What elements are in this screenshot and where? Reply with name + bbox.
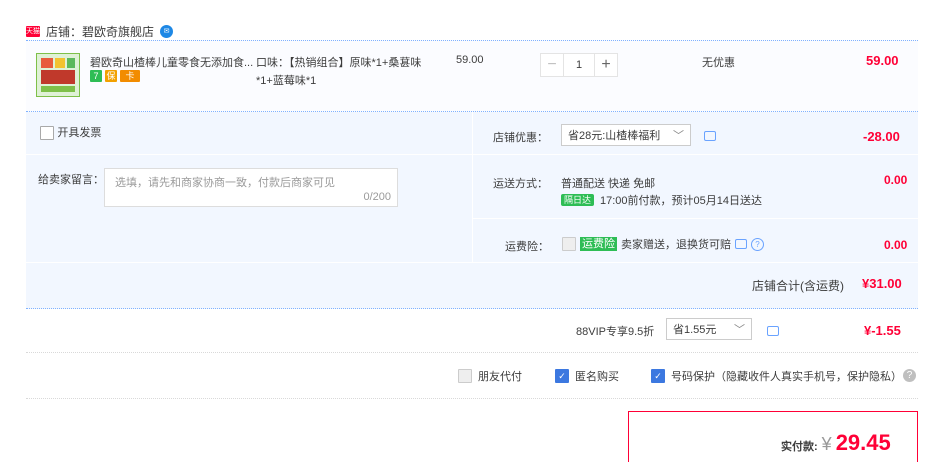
shipping-eta: 隔日达 17:00前付款，预计05月14日送达 [561, 192, 762, 208]
row-divider [472, 154, 918, 155]
quantity-stepper: − 1 + [540, 53, 618, 77]
shipping-method: 普通配送 快递 免邮 [561, 178, 656, 190]
pay-label: 实付款: [781, 441, 818, 453]
help-icon[interactable]: ? [751, 237, 764, 251]
seven-day-return-icon: 7 [90, 70, 102, 82]
product-title-link[interactable]: 碧欧奇山楂棒儿童零食无添加食... [90, 54, 256, 70]
vip-discount-select[interactable]: 省1.55元 ﹀ [666, 318, 752, 340]
shop-coupon-label: 店铺优惠： [493, 132, 548, 144]
pay-total: 实付款: ¥ 29.45 [781, 430, 891, 456]
item-discount: 无优惠 [702, 57, 735, 69]
chat-bubble-icon[interactable] [735, 239, 747, 249]
vip-label: 88VIP专享9.5折 [576, 326, 655, 338]
shipping-eta-text: 17:00前付款，预计05月14日送达 [600, 195, 763, 207]
pay-amount: 29.45 [835, 430, 891, 455]
tmall-badge: 天猫 [26, 25, 40, 37]
friend-pay-label: 朋友代付 [478, 371, 522, 383]
insurance-desc: 卖家赠送，退换货可赔 [621, 239, 731, 251]
anonymous-label: 匿名购买 [575, 371, 619, 383]
insurance-tag: 运费险 [580, 237, 617, 251]
checkout-options-row: 朋友代付 ✓ 匿名购买 ✓ 号码保护（隐藏收件人真实手机号，保护隐私） ? [26, 354, 918, 399]
item-row: 碧欧奇山楂棒儿童零食无添加食... 7 保 卡 口味：【热销组合】原味*1+桑葚… [26, 40, 918, 112]
seller-message-input[interactable]: 选填，请先和商家协商一致，付款后商家可见 0/200 [104, 168, 398, 207]
insurance-checkbox [562, 237, 576, 251]
unit-price: 59.00 [456, 54, 484, 66]
item-subtotal: 59.00 [866, 53, 899, 68]
friend-pay-option[interactable]: 朋友代付 [458, 368, 522, 384]
payment-summary-box: 实付款: ¥ 29.45 [628, 411, 918, 462]
order-options-panel: 开具发票 给卖家留言： 选填，请先和商家协商一致，付款后商家可见 0/200 店… [26, 112, 918, 309]
anonymous-checkbox[interactable]: ✓ [555, 369, 569, 383]
currency-symbol: ¥ [821, 434, 832, 454]
sku-info: 口味：【热销组合】原味*1+桑葚味*1+蓝莓味*1 [256, 57, 422, 87]
shop-total-label: 店铺合计(含运费) [752, 279, 844, 293]
shipping-amount: 0.00 [884, 173, 908, 187]
message-label: 给卖家留言： [38, 174, 104, 186]
shipping-label: 运送方式： [493, 178, 548, 190]
insurance-amount: 0.00 [884, 238, 908, 252]
quantity-input[interactable]: 1 [564, 53, 594, 77]
message-placeholder: 选填，请先和商家协商一致，付款后商家可见 [115, 177, 335, 189]
quantity-plus-button[interactable]: + [594, 53, 618, 77]
insurance-option: 运费险 卖家赠送，退换货可赔 ? [562, 236, 764, 252]
insurance-label: 运费险： [505, 241, 549, 253]
card-icon: 卡 [120, 70, 140, 82]
invoice-checkbox[interactable] [40, 125, 54, 140]
shop-name-link[interactable]: 店铺：碧欧奇旗舰店 [46, 23, 154, 40]
chat-bubble-icon[interactable] [767, 326, 779, 336]
quantity-minus-button[interactable]: − [540, 53, 564, 77]
shop-total-amount: ¥31.00 [862, 276, 902, 291]
message-counter: 0/200 [363, 191, 391, 203]
chat-bubble-icon[interactable] [704, 131, 716, 141]
shop-coupon-select[interactable]: 省28元:山楂棒福利 ﹀ [561, 124, 691, 146]
shop-coupon-value: 省28元:山楂棒福利 [568, 130, 661, 142]
wangwang-chat-icon[interactable]: ✉ [160, 24, 174, 38]
privacy-option[interactable]: ✓ 号码保护（隐藏收件人真实手机号，保护隐私） [651, 368, 902, 384]
invoice-option[interactable]: 开具发票 [40, 124, 101, 140]
chevron-down-icon: ﹀ [673, 130, 684, 142]
row-divider [26, 262, 918, 263]
service-badges: 7 保 卡 [90, 70, 140, 82]
anonymous-option[interactable]: ✓ 匿名购买 [555, 368, 619, 384]
row-divider [472, 218, 918, 219]
product-thumbnail[interactable] [36, 53, 80, 97]
chevron-down-icon: ﹀ [734, 324, 745, 336]
privacy-checkbox[interactable]: ✓ [651, 369, 665, 383]
vip-discount-row: 88VIP专享9.5折 省1.55元 ﹀ ¥-1.55 [26, 310, 918, 353]
invoice-label: 开具发票 [57, 127, 102, 139]
shop-coupon-amount: -28.00 [863, 129, 900, 144]
privacy-label: 号码保护（隐藏收件人真实手机号，保护隐私） [671, 371, 902, 383]
vip-discount-amount: ¥-1.55 [864, 323, 901, 338]
column-divider [472, 112, 473, 262]
row-divider [26, 154, 472, 155]
guarantee-icon: 保 [105, 70, 117, 82]
shop-header: 天猫 店铺：碧欧奇旗舰店 ✉ [26, 21, 174, 41]
friend-pay-checkbox[interactable] [458, 369, 472, 383]
vip-discount-value: 省1.55元 [673, 324, 717, 336]
next-day-tag: 隔日达 [561, 194, 595, 206]
help-icon[interactable]: ? [903, 369, 916, 382]
